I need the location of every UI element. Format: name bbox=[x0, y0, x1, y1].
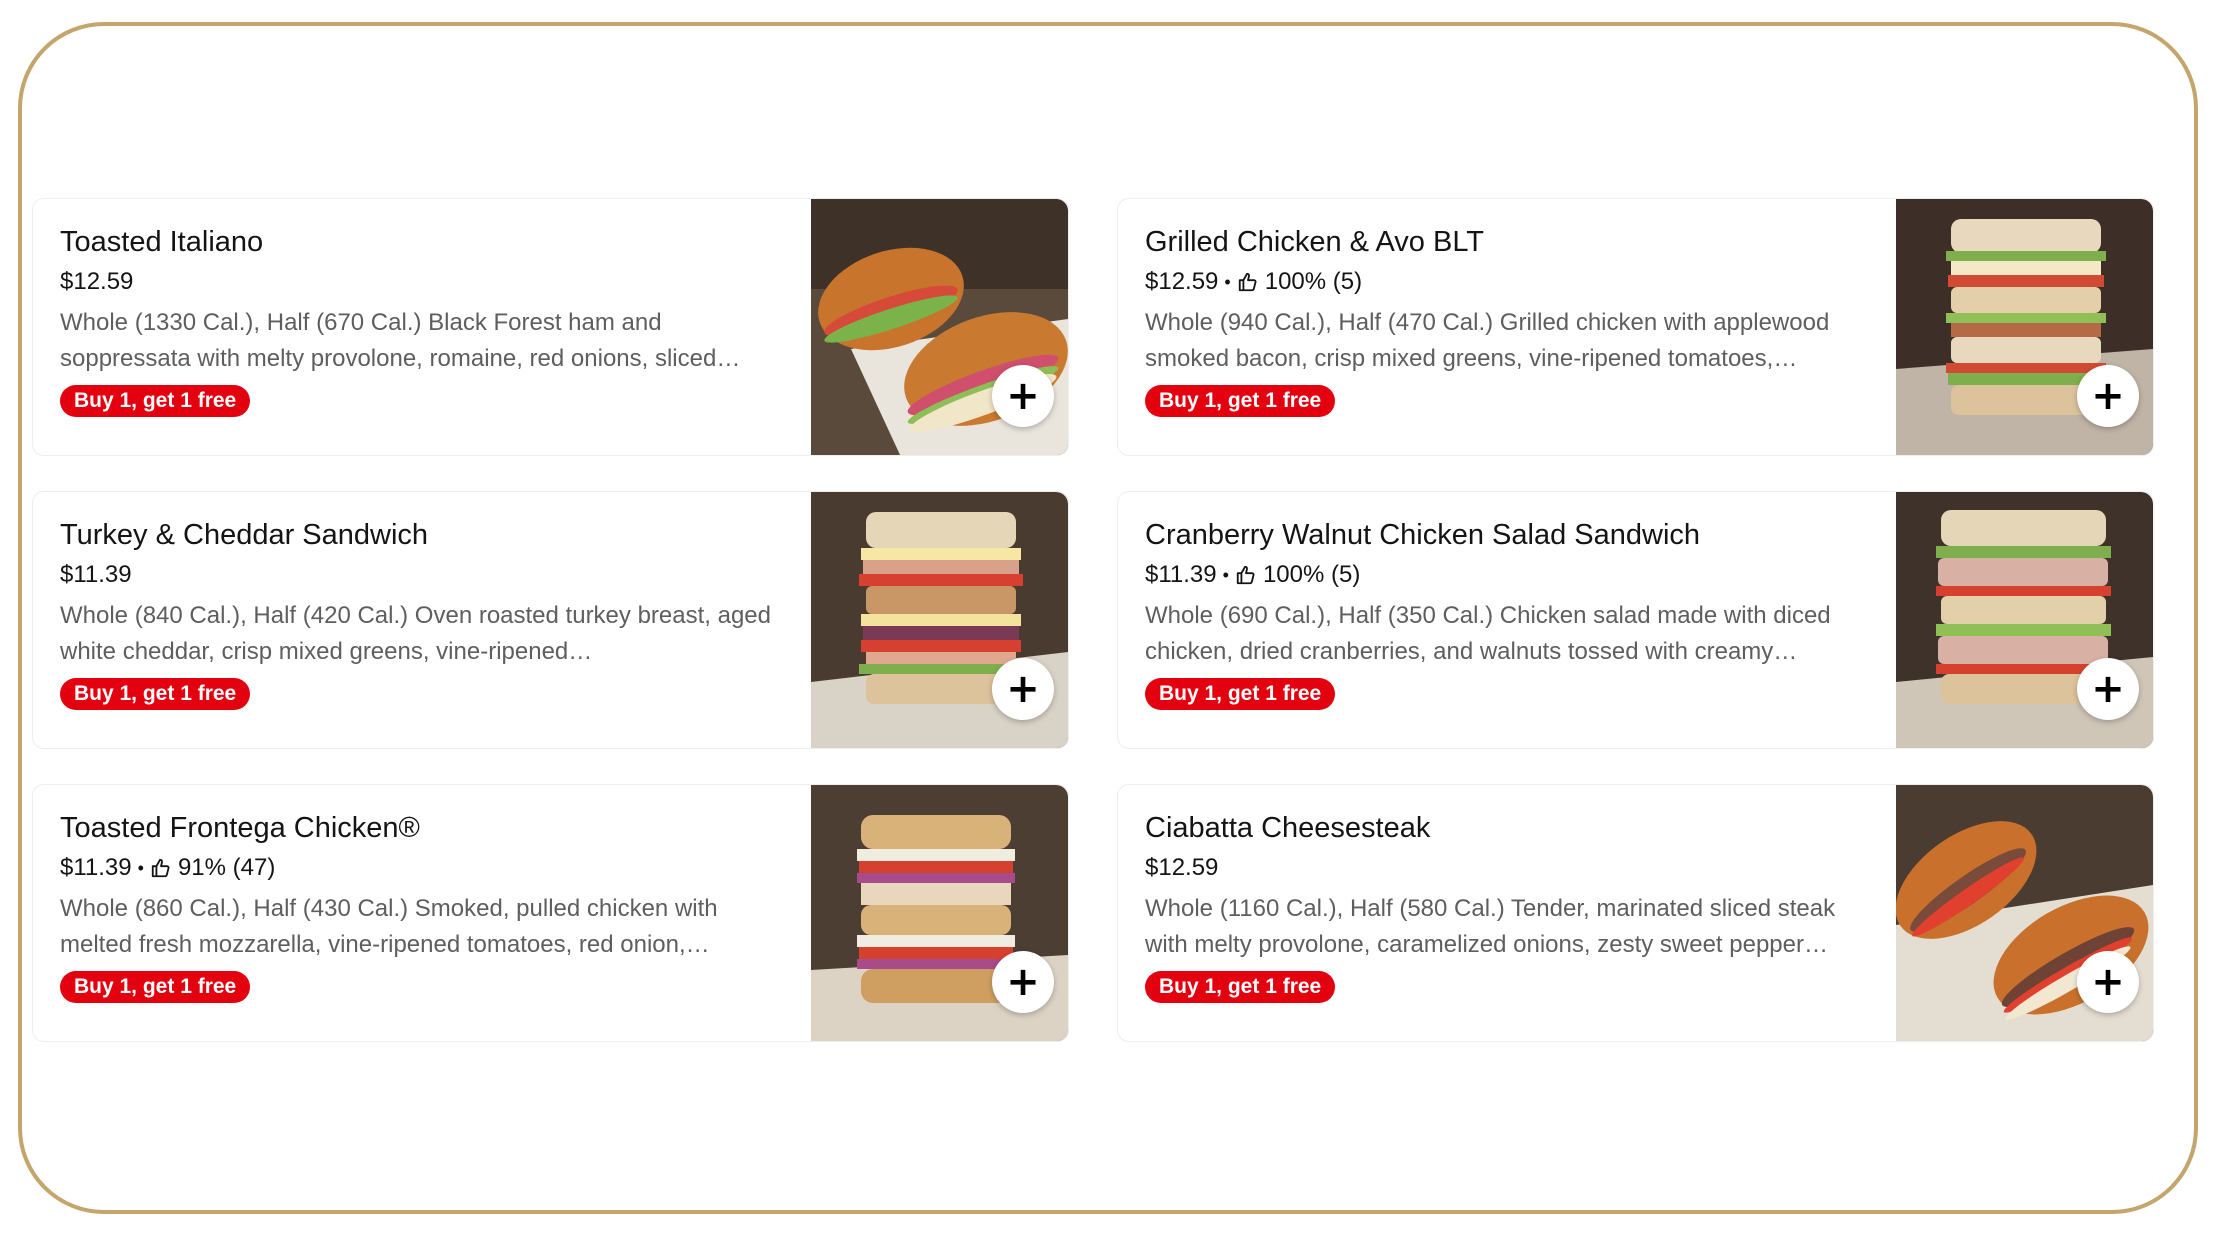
promo-badge: Buy 1, get 1 free bbox=[60, 971, 251, 1003]
menu-item-card[interactable]: Ciabatta Cheesesteak $12.59 Whole (1160 … bbox=[1117, 784, 2154, 1042]
add-item-button[interactable]: + bbox=[992, 658, 1054, 720]
meta-separator: • bbox=[1224, 272, 1231, 292]
menu-item-description: Whole (840 Cal.), Half (420 Cal.) Oven r… bbox=[60, 602, 771, 665]
add-item-button[interactable]: + bbox=[992, 951, 1054, 1013]
menu-item-info: Grilled Chicken & Avo BLT $12.59 • 100% … bbox=[1145, 221, 1905, 417]
menu-item-price: $12.59 bbox=[60, 268, 134, 295]
menu-item-meta: $11.39 bbox=[60, 558, 820, 592]
menu-item-info: Turkey & Cheddar Sandwich $11.39 Whole (… bbox=[60, 514, 820, 710]
menu-item-price: $11.39 bbox=[60, 854, 132, 881]
menu-item-name: Toasted Italiano bbox=[60, 226, 264, 258]
promo-badge: Buy 1, get 1 free bbox=[1145, 678, 1336, 710]
add-item-button[interactable]: + bbox=[2077, 658, 2139, 720]
menu-item-name: Grilled Chicken & Avo BLT bbox=[1145, 226, 1485, 258]
menu-item-meta: $12.59 bbox=[1145, 851, 1905, 885]
menu-item-name: Toasted Frontega Chicken® bbox=[60, 812, 420, 844]
thumbs-up-icon bbox=[1238, 272, 1257, 292]
menu-item-info: Ciabatta Cheesesteak $12.59 Whole (1160 … bbox=[1145, 807, 1905, 1003]
promo-badge: Buy 1, get 1 free bbox=[60, 385, 251, 417]
meta-separator: • bbox=[1222, 565, 1229, 585]
thumbs-up-icon bbox=[1236, 565, 1255, 585]
menu-grid: Toasted Italiano $12.59 Whole (1330 Cal.… bbox=[32, 198, 2154, 1042]
add-item-button[interactable]: + bbox=[2077, 365, 2139, 427]
menu-item-card[interactable]: Toasted Frontega Chicken® $11.39 • 91% (… bbox=[32, 784, 1069, 1042]
menu-item-card[interactable]: Toasted Italiano $12.59 Whole (1330 Cal.… bbox=[32, 198, 1069, 456]
menu-item-description: Whole (1330 Cal.), Half (670 Cal.) Black… bbox=[60, 309, 741, 372]
menu-item-price: $11.39 bbox=[1145, 561, 1217, 588]
promo-badge: Buy 1, get 1 free bbox=[1145, 971, 1336, 1003]
add-item-button[interactable]: + bbox=[2077, 951, 2139, 1013]
menu-item-meta: $12.59 bbox=[60, 265, 820, 299]
menu-item-description: Whole (1160 Cal.), Half (580 Cal.) Tende… bbox=[1145, 895, 1836, 958]
menu-item-card[interactable]: Grilled Chicken & Avo BLT $12.59 • 100% … bbox=[1117, 198, 2154, 456]
menu-item-price: $12.59 bbox=[1145, 268, 1219, 295]
thumbs-up-icon bbox=[151, 858, 170, 878]
menu-item-rating: 100% (5) bbox=[1264, 268, 1363, 295]
menu-item-meta: $11.39 • 91% (47) bbox=[60, 851, 820, 885]
menu-item-description: Whole (940 Cal.), Half (470 Cal.) Grille… bbox=[1145, 309, 1830, 372]
promo-badge: Buy 1, get 1 free bbox=[1145, 385, 1336, 417]
menu-item-description: Whole (860 Cal.), Half (430 Cal.) Smoked… bbox=[60, 895, 718, 958]
add-item-button[interactable]: + bbox=[992, 365, 1054, 427]
menu-item-name: Turkey & Cheddar Sandwich bbox=[60, 519, 429, 551]
menu-item-price: $11.39 bbox=[60, 561, 132, 588]
menu-item-name: Cranberry Walnut Chicken Salad Sandwich bbox=[1145, 519, 1701, 551]
promo-badge: Buy 1, get 1 free bbox=[60, 678, 251, 710]
menu-item-rating: 100% (5) bbox=[1262, 561, 1361, 588]
menu-item-rating: 91% (47) bbox=[177, 854, 276, 881]
menu-item-meta: $11.39 • 100% (5) bbox=[1145, 558, 1905, 592]
menu-item-card[interactable]: Cranberry Walnut Chicken Salad Sandwich … bbox=[1117, 491, 2154, 749]
menu-item-info: Toasted Frontega Chicken® $11.39 • 91% (… bbox=[60, 807, 820, 1003]
menu-item-name: Ciabatta Cheesesteak bbox=[1145, 812, 1431, 844]
menu-item-price: $12.59 bbox=[1145, 854, 1219, 881]
menu-item-info: Toasted Italiano $12.59 Whole (1330 Cal.… bbox=[60, 221, 820, 417]
menu-item-card[interactable]: Turkey & Cheddar Sandwich $11.39 Whole (… bbox=[32, 491, 1069, 749]
menu-item-meta: $12.59 • 100% (5) bbox=[1145, 265, 1905, 299]
meta-separator: • bbox=[137, 858, 144, 878]
menu-item-description: Whole (690 Cal.), Half (350 Cal.) Chicke… bbox=[1145, 602, 1831, 665]
menu-item-info: Cranberry Walnut Chicken Salad Sandwich … bbox=[1145, 514, 1905, 710]
